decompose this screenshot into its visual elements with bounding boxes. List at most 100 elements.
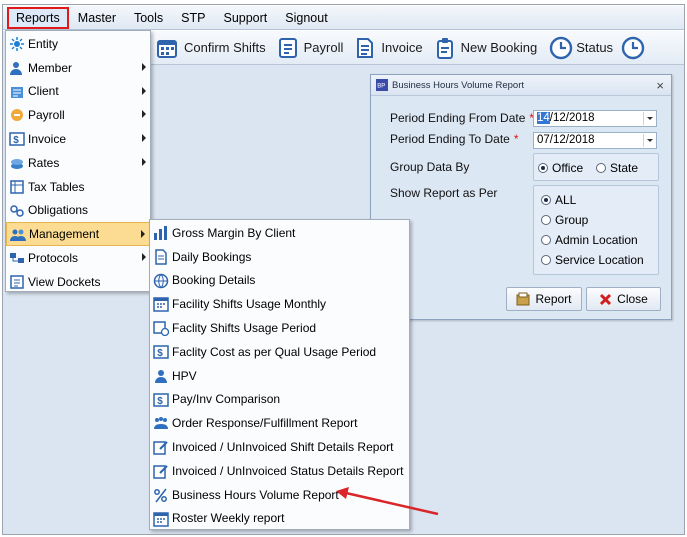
to-date-value: 07/12/2018 xyxy=(537,134,595,146)
submenu-arrow-icon xyxy=(142,134,146,143)
menu-item-protocols[interactable]: Protocols xyxy=(6,246,150,270)
submenu-item-facility-shifts-period[interactable]: Faclity Shifts Usage Period xyxy=(150,316,409,340)
radio-admin-location[interactable]: Admin Location xyxy=(541,233,638,247)
calendar-icon xyxy=(153,511,169,527)
new-booking-button[interactable]: New Booking xyxy=(429,33,544,63)
svg-text:$: $ xyxy=(13,135,19,146)
business-hours-volume-dialog: BP Business Hours Volume Report × Period… xyxy=(370,74,672,320)
submenu-item-gross-margin[interactable]: Gross Margin By Client xyxy=(150,221,409,245)
menu-item-tax-tables[interactable]: Tax Tables xyxy=(6,175,150,199)
radio-dot xyxy=(541,195,551,205)
menu-item-rates-label: Rates xyxy=(28,155,60,170)
radio-admin-location-label: Admin Location xyxy=(555,233,638,247)
percent-icon xyxy=(154,488,167,503)
status-button[interactable]: Status xyxy=(543,33,617,63)
invoice-icon xyxy=(357,37,374,58)
annotation-arrow xyxy=(336,487,439,516)
dialog-title: Business Hours Volume Report xyxy=(392,79,525,91)
radio-service-location-label: Service Location xyxy=(555,253,644,267)
menu-item-rates[interactable]: Rates xyxy=(6,151,150,175)
to-date-input[interactable]: 07/12/2018 xyxy=(533,132,657,149)
close-icon xyxy=(600,293,612,305)
submenu-item-order-response[interactable]: Order Response/Fulfillment Report xyxy=(150,411,409,435)
radio-office-label: Office xyxy=(552,161,584,175)
client-icon xyxy=(11,86,23,98)
payroll-button[interactable]: Payroll xyxy=(272,33,350,63)
menu-item-payroll[interactable]: Payroll xyxy=(6,103,150,127)
menu-item-invoice[interactable]: $ Invoice xyxy=(6,127,150,151)
radio-dot xyxy=(596,163,606,173)
submenu-item-booking-details[interactable]: Booking Details xyxy=(150,269,409,293)
close-icon[interactable]: × xyxy=(656,78,664,93)
svg-text:$: $ xyxy=(157,396,163,407)
payroll-icon xyxy=(278,37,297,58)
menu-tools[interactable]: Tools xyxy=(125,7,172,29)
menu-item-view-dockets-label: View Dockets xyxy=(28,274,101,289)
management-icon xyxy=(10,229,26,242)
invoice-button[interactable]: Invoice xyxy=(349,33,428,63)
reports-menu: Entity Member Client Payroll $ Invoice R… xyxy=(5,30,151,292)
submenu-item-daily-bookings[interactable]: Daily Bookings xyxy=(150,245,409,269)
people-icon xyxy=(154,417,168,430)
toolbar: Confirm Shifts Payroll Invoice New Booki… xyxy=(150,31,684,65)
menu-item-management[interactable]: Management xyxy=(6,222,150,247)
submenu-item-pay-inv-comparison[interactable]: $ Pay/Inv Comparison xyxy=(150,388,409,412)
menu-stp[interactable]: STP xyxy=(172,7,214,29)
submenu-item-facility-shifts-monthly-label: Facility Shifts Usage Monthly xyxy=(172,297,327,312)
to-date-label-text: Period Ending To Date xyxy=(390,132,510,146)
clock-button[interactable] xyxy=(617,33,651,63)
menu-master[interactable]: Master xyxy=(69,7,125,29)
bar-chart-icon xyxy=(154,226,167,240)
menu-item-member[interactable]: Member xyxy=(6,56,150,80)
radio-all[interactable]: ALL xyxy=(541,193,576,207)
chevron-down-icon[interactable] xyxy=(643,134,655,147)
submenu-arrow-icon xyxy=(142,62,146,71)
menu-item-view-dockets[interactable]: View Dockets xyxy=(6,270,150,294)
submenu-arrow-icon xyxy=(142,86,146,95)
submenu-item-facility-cost-label: Faclity Cost as per Qual Usage Period xyxy=(172,344,377,359)
submenu-item-hpv[interactable]: HPV xyxy=(150,364,409,388)
menu-item-obligations[interactable]: Obligations xyxy=(6,199,150,223)
from-date-label-text: Period Ending From Date xyxy=(390,111,526,125)
menu-item-tax-tables-label: Tax Tables xyxy=(28,179,85,194)
menu-support[interactable]: Support xyxy=(214,7,276,29)
radio-office[interactable]: Office xyxy=(538,161,583,175)
from-date-input[interactable]: 14/12/2018 xyxy=(533,110,657,127)
submenu-arrow-icon xyxy=(141,230,145,239)
member-icon xyxy=(10,61,22,75)
confirm-shifts-label: Confirm Shifts xyxy=(184,40,266,55)
dollar-doc-icon: $ xyxy=(153,345,169,359)
new-booking-label: New Booking xyxy=(460,40,538,55)
submenu-item-facility-shifts-monthly[interactable]: Facility Shifts Usage Monthly xyxy=(150,292,409,316)
menubar: Reports Master Tools STP Support Signout xyxy=(3,6,684,30)
radio-group-label: Group xyxy=(555,213,589,227)
submenu-item-facility-cost[interactable]: $ Faclity Cost as per Qual Usage Period xyxy=(150,340,409,364)
menu-reports[interactable]: Reports xyxy=(7,6,69,29)
entity-icon xyxy=(10,37,24,51)
show-report-label: Show Report as Per xyxy=(390,186,498,200)
clipboard-icon xyxy=(436,37,453,59)
tax-tables-icon xyxy=(10,180,24,194)
radio-group[interactable]: Group xyxy=(541,213,588,227)
from-date-label: Period Ending From Date * xyxy=(390,111,534,125)
person-icon xyxy=(155,369,167,383)
dialog-titlebar[interactable]: BP Business Hours Volume Report xyxy=(371,75,671,96)
chevron-down-icon[interactable] xyxy=(643,112,655,125)
menu-item-entity[interactable]: Entity xyxy=(6,32,150,56)
from-date-selected: 14 xyxy=(537,112,550,124)
confirm-shifts-button[interactable]: Confirm Shifts xyxy=(150,33,272,63)
close-button[interactable]: Close xyxy=(586,287,661,311)
menu-item-client[interactable]: Client xyxy=(6,80,150,104)
submenu-item-invoiced-status-details[interactable]: Invoiced / UnInvoiced Status Details Rep… xyxy=(150,459,409,483)
radio-state-label: State xyxy=(610,161,639,175)
dollar-doc-icon: $ xyxy=(153,392,169,407)
radio-state[interactable]: State xyxy=(596,161,638,175)
submenu-item-invoiced-shift-details[interactable]: Invoiced / UnInvoiced Shift Details Repo… xyxy=(150,435,409,459)
report-button[interactable]: Report xyxy=(506,287,582,311)
radio-service-location[interactable]: Service Location xyxy=(541,253,644,267)
to-date-label: Period Ending To Date * xyxy=(390,132,519,146)
payroll-label: Payroll xyxy=(303,40,344,55)
menu-signout[interactable]: Signout xyxy=(276,7,336,29)
radio-dot xyxy=(541,215,551,225)
clock-icon xyxy=(550,36,573,59)
